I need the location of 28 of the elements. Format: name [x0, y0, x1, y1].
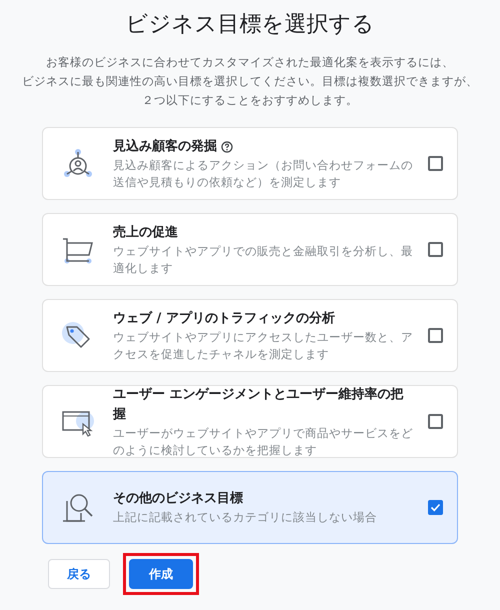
goal-title: その他のビジネス目標: [113, 490, 243, 508]
intro-text: ２つ以下にすることをおすすめします。: [142, 92, 358, 109]
goal-title: 見込み顧客の発掘: [113, 138, 217, 156]
goal-title: 売上の促進: [113, 224, 178, 242]
goal-description: ウェブサイトやアプリにアクセスしたユーザー数と、アクセスを促進したチャネルを測定します: [113, 328, 413, 362]
checkbox[interactable]: [428, 242, 442, 257]
intro-text: ビジネスに最も関連性の高い目標を選択してください。目標は複数選択できますが、: [22, 73, 478, 90]
goal-description: 上記に記載されているカテゴリに該当しない場合: [113, 509, 378, 526]
checkbox[interactable]: [428, 414, 442, 429]
create-button[interactable]: 作成: [129, 559, 193, 589]
back-button[interactable]: 戻る: [48, 559, 110, 589]
goal-card[interactable]: その他のビジネス目標 上記に記載されているカテゴリに該当しない場合: [42, 471, 458, 544]
intro-text: お客様のビジネスに合わせてカスタマイズされた最適化案を表示するには、: [46, 54, 454, 71]
goal-description: ユーザーがウェブサイトやアプリで商品やサービスをどのように検討しているかを把握します: [113, 424, 413, 458]
checkmark-icon: [430, 502, 440, 513]
goal-card[interactable]: ユーザー エンゲージメントとユーザー維持率の把握 ユーザーがウェブサイトやアプリで商品やサービスをどのように検討しているかを把握します: [42, 385, 458, 458]
goal-card[interactable]: 見込み顧客の発掘 見込み顧客によるアクション（お問い合わせフォームの送信や見積もりの依頼など）を測定します: [42, 127, 458, 200]
goal-description: ウェブサイトやアプリでの販売と金融取引を分析し、最適化します: [113, 242, 413, 276]
goal-title: ウェブ / アプリのトラフィックの分析: [113, 310, 335, 328]
checkbox[interactable]: [428, 500, 442, 515]
checkbox[interactable]: [428, 156, 442, 171]
goal-card[interactable]: 売上の促進 ウェブサイトやアプリでの販売と金融取引を分析し、最適化します: [42, 213, 458, 286]
checkbox[interactable]: [428, 328, 442, 343]
page-title: ビジネス目標を選択する: [126, 11, 374, 39]
goal-description: 見込み顧客によるアクション（お問い合わせフォームの送信や見積もりの依頼など）を測定します: [113, 156, 413, 190]
help-icon[interactable]: [221, 140, 233, 152]
goal-card[interactable]: ウェブ / アプリのトラフィックの分析 ウェブサイトやアプリにアクセスしたユーザー数と、アクセスを促進したチャネルを測定します: [42, 299, 458, 372]
goal-title: ユーザー エンゲージメントとユーザー維持率の把握: [113, 386, 405, 424]
